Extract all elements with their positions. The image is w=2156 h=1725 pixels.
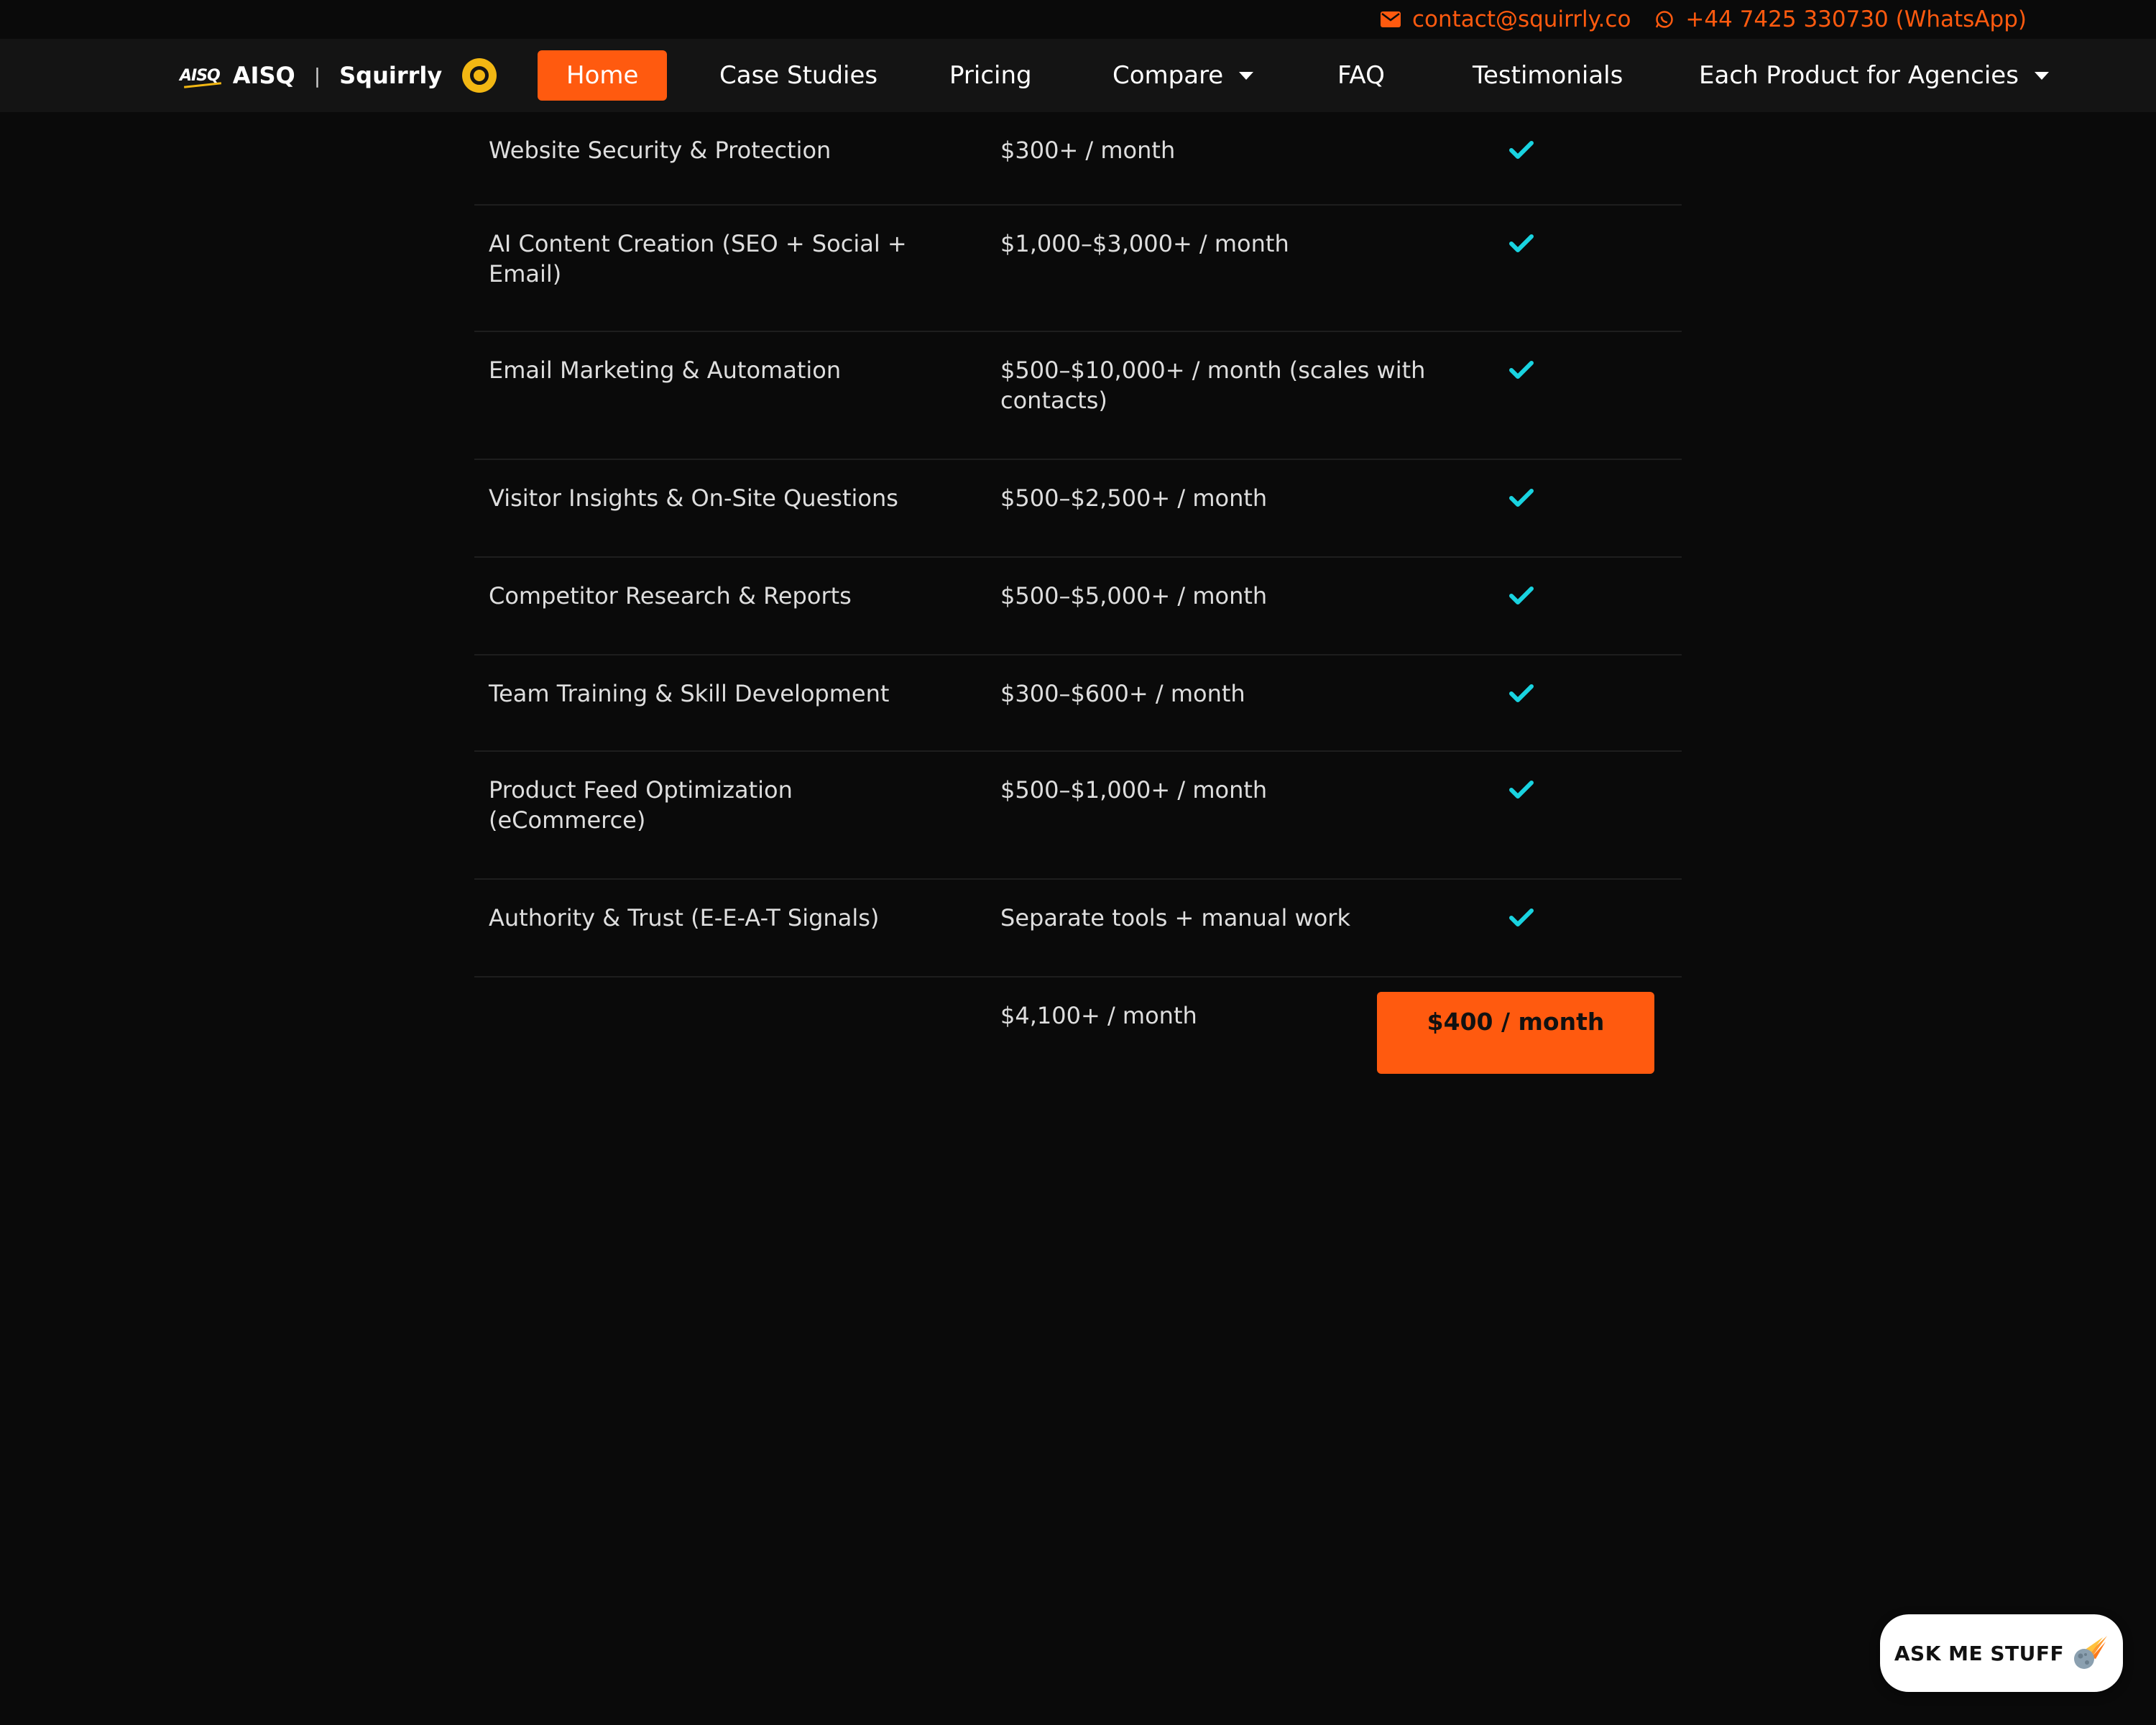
cost-cell: $500–$5,000+ / month: [1000, 582, 1268, 610]
cost-cell: $500–$2,500+ / month: [1000, 484, 1268, 512]
nav-case-studies-label: Case Studies: [719, 61, 878, 90]
price-button[interactable]: $400 / month: [1377, 992, 1654, 1074]
nav-faq[interactable]: FAQ: [1337, 39, 1385, 112]
check-icon: [1509, 487, 1538, 516]
check-icon: [1509, 585, 1538, 614]
nav-each-product-for-agencies[interactable]: Each Product for Agencies: [1699, 39, 2049, 112]
brand-name-aisq: AISQ: [232, 62, 295, 89]
check-icon: [1509, 683, 1538, 712]
envelope-icon: [1380, 12, 1401, 27]
whatsapp-icon: [1656, 11, 1674, 28]
chevron-down-icon: [1239, 71, 1254, 80]
table-total-row: $4,100+ / month $400 / month: [474, 978, 1682, 1092]
check-icon: [1509, 907, 1538, 936]
nav-compare-label: Compare: [1112, 61, 1224, 90]
feature-cell: Email Marketing & Automation: [489, 356, 842, 384]
email-text: contact@squirrly.co: [1411, 6, 1631, 32]
aisq-mark-logo: AISQ: [180, 66, 221, 85]
cost-cell: $300–$600+ / month: [1000, 680, 1245, 707]
table-row: Visitor Insights & On-Site Questions $50…: [474, 460, 1682, 558]
check-icon: [1509, 779, 1538, 808]
brand-separator: |: [313, 63, 321, 88]
comparison-table: Website Security & Protection $300+ / mo…: [474, 112, 1682, 1092]
table-row: Competitor Research & Reports $500–$5,00…: [474, 558, 1682, 656]
nav-pricing[interactable]: Pricing: [949, 39, 1032, 112]
check-icon: [1509, 139, 1538, 168]
chevron-down-icon: [2034, 71, 2049, 80]
nav-compare[interactable]: Compare: [1112, 39, 1254, 112]
feature-cell: Product Feed Optimization (eCommerce): [489, 776, 793, 834]
page: contact@squirrly.co +44 7425 330730 (Wha…: [0, 0, 2156, 1725]
price-label: $400 / month: [1427, 1008, 1605, 1036]
cost-cell: Separate tools + manual work: [1000, 904, 1350, 932]
top-contact-bar: contact@squirrly.co +44 7425 330730 (Wha…: [0, 0, 2156, 39]
cost-cell: $500–$1,000+ / month: [1000, 776, 1268, 804]
check-icon: [1509, 359, 1538, 388]
nav-testimonials-label: Testimonials: [1473, 61, 1623, 90]
cost-cell: $500–$10,000+ / month (scales with conta…: [1000, 356, 1426, 414]
table-row: Email Marketing & Automation $500–$10,00…: [474, 332, 1682, 460]
nav-case-studies[interactable]: Case Studies: [719, 39, 877, 112]
whatsapp-link[interactable]: +44 7425 330730 (WhatsApp): [1655, 6, 2027, 32]
nav-testimonials[interactable]: Testimonials: [1473, 39, 1623, 112]
feature-cell: Team Training & Skill Development: [489, 680, 890, 707]
feature-cell: Competitor Research & Reports: [489, 582, 852, 610]
ask-me-stuff-button[interactable]: ASK ME STUFF: [1880, 1614, 2123, 1692]
main-navbar: AISQ AISQ | Squirrly Home Case Studies P…: [0, 39, 2156, 112]
table-row: Team Training & Skill Development $300–$…: [474, 656, 1682, 752]
ask-me-stuff-label: ASK ME STUFF: [1894, 1641, 2065, 1665]
feature-cell: AI Content Creation (SEO + Social + Emai…: [489, 230, 907, 288]
table-row: Authority & Trust (E-E-A-T Signals) Sepa…: [474, 880, 1682, 978]
cost-cell: $1,000–$3,000+ / month: [1000, 230, 1289, 257]
table-row: Product Feed Optimization (eCommerce) $5…: [474, 752, 1682, 880]
phone-text: +44 7425 330730 (WhatsApp): [1685, 6, 2027, 32]
cost-cell: $300+ / month: [1000, 137, 1176, 164]
nav-home-label: Home: [566, 61, 639, 90]
nav-agencies-label: Each Product for Agencies: [1699, 61, 2019, 90]
nav-pricing-label: Pricing: [949, 61, 1032, 90]
squirrly-logo-icon: [462, 58, 497, 93]
table-row: AI Content Creation (SEO + Social + Emai…: [474, 206, 1682, 332]
nav-home[interactable]: Home: [538, 50, 668, 101]
feature-cell: Authority & Trust (E-E-A-T Signals): [489, 904, 880, 932]
brand-name-squirrly: Squirrly: [339, 62, 443, 89]
email-link[interactable]: contact@squirrly.co: [1380, 6, 1631, 32]
feature-cell: Website Security & Protection: [489, 137, 831, 164]
check-icon: [1509, 233, 1538, 262]
meteor-icon: [2074, 1636, 2108, 1669]
nav-faq-label: FAQ: [1337, 61, 1385, 90]
feature-cell: Visitor Insights & On-Site Questions: [489, 484, 898, 512]
brand-logo[interactable]: AISQ AISQ | Squirrly: [180, 39, 497, 112]
table-row: Website Security & Protection $300+ / mo…: [474, 112, 1682, 206]
